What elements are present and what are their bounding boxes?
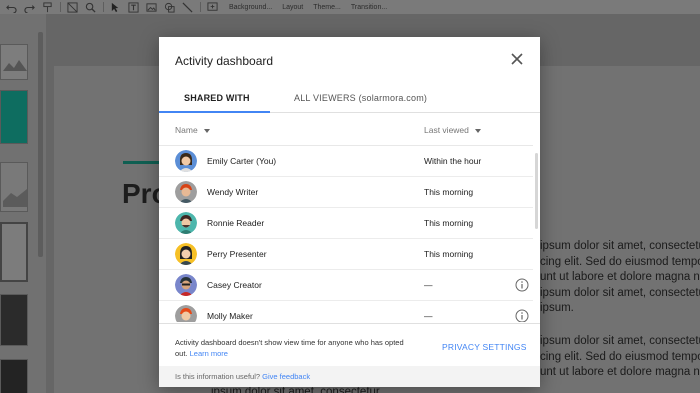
transition-menu[interactable]: Transition... [351,4,387,11]
slide-thumbnail[interactable] [0,162,28,212]
column-header-last-viewed[interactable]: Last viewed [424,125,481,135]
viewer-last-viewed: This morning [424,218,474,228]
slide-filmstrip [0,14,46,393]
shape-icon[interactable] [162,1,176,13]
zoom-icon[interactable] [83,1,97,13]
feedback-text: Is this information useful? Give feedbac… [175,372,310,381]
learn-more-link[interactable]: Learn more [190,349,228,358]
viewer-last-viewed: This morning [424,249,474,259]
viewer-name: Casey Creator [207,280,262,290]
slide-thumbnail[interactable] [0,44,28,80]
dialog-tabs: SHARED WITH ALL VIEWERS (solarmora.com) [159,90,540,113]
viewer-row[interactable]: Molly Maker — [159,301,533,322]
slide-thumbnail[interactable] [0,222,28,282]
opt-out-note: Activity dashboard doesn't show view tim… [175,337,410,359]
viewer-last-viewed: Within the hour [424,156,482,166]
give-feedback-link[interactable]: Give feedback [262,372,310,381]
viewer-last-viewed: — [424,280,433,290]
avatar [175,243,197,265]
add-comment-icon[interactable] [205,1,219,13]
viewer-row[interactable]: Casey Creator — [159,270,533,301]
viewer-row[interactable]: Ronnie Reader This morning [159,208,533,239]
column-header-name-label: Name [175,125,198,135]
avatar [175,150,197,172]
slide-accent-bar [123,161,163,164]
editor-toolbar: Background... Layout Theme... Transition… [0,0,700,14]
paint-format-icon[interactable] [40,1,54,13]
viewer-list[interactable]: Emily Carter (You) Within the hour Wendy… [159,145,533,322]
viewer-row[interactable]: Emily Carter (You) Within the hour [159,146,533,177]
redo-icon[interactable] [22,1,36,13]
zoom-fit-icon[interactable] [65,1,79,13]
activity-dashboard-dialog: Activity dashboard SHARED WITH ALL VIEWE… [159,37,540,387]
info-icon[interactable] [515,309,529,322]
active-tab-indicator [159,111,270,113]
layout-menu[interactable]: Layout [282,4,303,11]
info-icon[interactable] [515,278,529,292]
tab-shared-with[interactable]: SHARED WITH [184,93,250,103]
dialog-title: Activity dashboard [175,54,274,68]
avatar [175,181,197,203]
viewer-name: Ronnie Reader [207,218,265,228]
viewer-name: Emily Carter (You) [207,156,277,166]
image-icon[interactable] [144,1,158,13]
viewer-name: Perry Presenter [207,249,267,259]
viewer-row[interactable]: Perry Presenter This morning [159,239,533,270]
sort-down-icon [474,128,481,133]
privacy-settings-button[interactable]: PRIVACY SETTINGS [442,342,527,352]
feedback-bar: Is this information useful? Give feedbac… [159,366,540,387]
slide-thumbnail[interactable] [0,294,28,346]
background-menu[interactable]: Background... [229,4,272,11]
toolbar-divider [103,2,104,12]
select-cursor-icon[interactable] [108,1,122,13]
column-header-name[interactable]: Name [175,125,210,135]
avatar [175,274,197,296]
dialog-footer: Activity dashboard doesn't show view tim… [159,323,540,366]
slide-body-text: ipsum dolor sit amet, consectetur cing e… [540,240,700,314]
avatar [175,305,197,322]
column-header-last-viewed-label: Last viewed [424,125,469,135]
list-scrollbar[interactable] [535,153,538,229]
viewer-last-viewed: This morning [424,187,474,197]
viewer-name: Molly Maker [207,311,253,321]
avatar [175,212,197,234]
sort-down-icon [203,128,210,133]
viewer-last-viewed: — [424,311,433,321]
toolbar-divider [60,2,61,12]
viewer-name: Wendy Writer [207,187,259,197]
slide-thumbnail[interactable] [0,90,28,144]
filmstrip-scrollbar[interactable] [38,32,43,257]
undo-icon[interactable] [4,1,18,13]
viewer-row[interactable]: Wendy Writer This morning [159,177,533,208]
slide-thumbnail[interactable] [0,359,28,393]
line-icon[interactable] [180,1,194,13]
theme-menu[interactable]: Theme... [313,4,341,11]
text-box-icon[interactable] [126,1,140,13]
close-icon[interactable] [510,52,524,66]
tab-all-viewers[interactable]: ALL VIEWERS (solarmora.com) [294,93,427,103]
feedback-question: Is this information useful? [175,372,261,381]
slide-body-text: ipsum dolor sit amet, consectetur cing e… [540,335,700,378]
toolbar-divider [200,2,201,12]
